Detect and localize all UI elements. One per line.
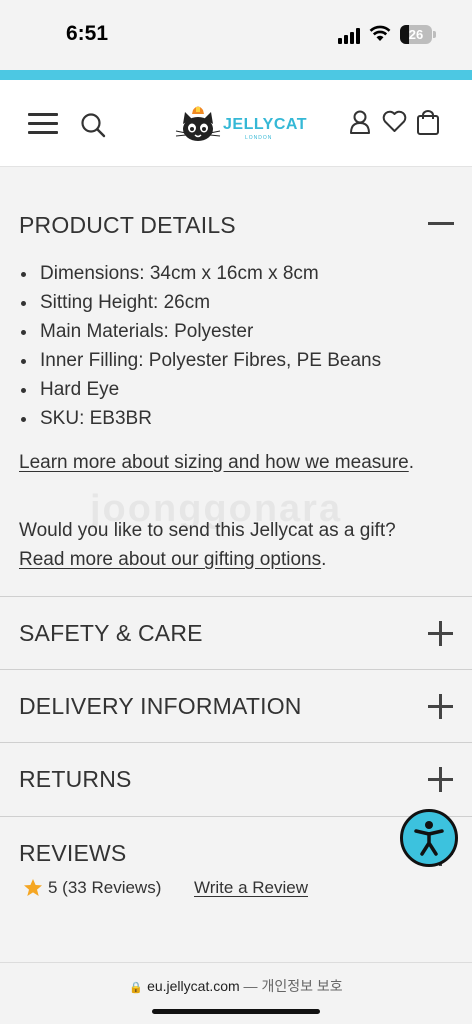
browser-address-bar[interactable]: 🔒 eu.jellycat.com — 개인정보 보호 bbox=[0, 962, 472, 1024]
list-item: Inner Filling: Polyester Fibres, PE Bean… bbox=[19, 349, 381, 378]
status-bar: 6:51 26 bbox=[0, 0, 472, 70]
accessibility-icon bbox=[414, 821, 444, 856]
expand-plus-icon[interactable] bbox=[428, 767, 453, 792]
logo-wordmark: JELLYCAT bbox=[223, 116, 308, 133]
product-details-title[interactable]: PRODUCT DETAILS bbox=[19, 212, 236, 239]
wishlist-heart-icon[interactable] bbox=[382, 110, 407, 133]
privacy-label: 개인정보 보호 bbox=[261, 978, 343, 994]
url-separator: — bbox=[239, 978, 262, 994]
list-item: Sitting Height: 26cm bbox=[19, 291, 381, 320]
sizing-paragraph: Learn more about sizing and how we measu… bbox=[19, 448, 449, 477]
expand-plus-icon[interactable] bbox=[428, 694, 453, 719]
home-indicator[interactable] bbox=[152, 1009, 320, 1014]
logo-subtitle: LONDON bbox=[245, 135, 273, 141]
gift-text: Would you like to send this Jellycat as … bbox=[19, 520, 396, 541]
bag-icon[interactable] bbox=[416, 110, 440, 135]
reviews-title: REVIEWS bbox=[19, 840, 127, 866]
site-header: JELLYCAT LONDON bbox=[0, 80, 472, 167]
status-time: 6:51 bbox=[66, 22, 109, 45]
battery-tip bbox=[433, 31, 436, 38]
battery-icon: 26 bbox=[400, 25, 432, 44]
cat-logo-icon bbox=[175, 106, 221, 141]
brand-stripe bbox=[0, 70, 472, 80]
write-review-link[interactable]: Write a Review bbox=[194, 878, 308, 898]
gift-period: . bbox=[321, 549, 327, 570]
address-text[interactable]: 🔒 eu.jellycat.com — 개인정보 보호 bbox=[0, 976, 472, 996]
sizing-period: . bbox=[408, 452, 415, 473]
jellycat-logo[interactable]: JELLYCAT LONDON bbox=[175, 104, 307, 146]
url-domain: eu.jellycat.com bbox=[147, 978, 240, 994]
accordion-returns[interactable]: RETURNS bbox=[0, 742, 472, 815]
accordion-title: RETURNS bbox=[19, 766, 132, 792]
expand-plus-icon[interactable] bbox=[428, 621, 453, 646]
accordion-title: SAFETY & CARE bbox=[19, 620, 203, 646]
account-icon[interactable] bbox=[349, 110, 371, 134]
rating-summary[interactable]: 5 (33 Reviews) bbox=[48, 878, 161, 898]
star-icon bbox=[24, 879, 42, 896]
wifi-icon bbox=[369, 25, 391, 41]
sizing-link[interactable]: Learn more about sizing and how we measu… bbox=[19, 452, 409, 473]
list-item: SKU: EB3BR bbox=[19, 407, 381, 436]
gift-paragraph: Would you like to send this Jellycat as … bbox=[19, 516, 459, 574]
accordion-delivery-information[interactable]: DELIVERY INFORMATION bbox=[0, 669, 472, 742]
menu-icon[interactable] bbox=[28, 113, 58, 135]
list-item: Main Materials: Polyester bbox=[19, 320, 381, 349]
cellular-signal-icon bbox=[338, 28, 362, 44]
list-item: Dimensions: 34cm x 16cm x 8cm bbox=[19, 262, 381, 291]
lock-icon: 🔒 bbox=[129, 982, 144, 994]
accordion-safety-care[interactable]: SAFETY & CARE bbox=[0, 596, 472, 669]
accordion-title: DELIVERY INFORMATION bbox=[19, 693, 302, 719]
gifting-options-link[interactable]: Read more about our gifting options bbox=[19, 549, 321, 570]
battery-level: 26 bbox=[408, 27, 424, 42]
list-item: Hard Eye bbox=[19, 378, 381, 407]
collapse-minus-icon[interactable] bbox=[428, 222, 454, 225]
search-icon[interactable] bbox=[80, 112, 106, 138]
accessibility-button[interactable] bbox=[400, 809, 458, 867]
product-details-list: Dimensions: 34cm x 16cm x 8cm Sitting He… bbox=[19, 262, 381, 436]
